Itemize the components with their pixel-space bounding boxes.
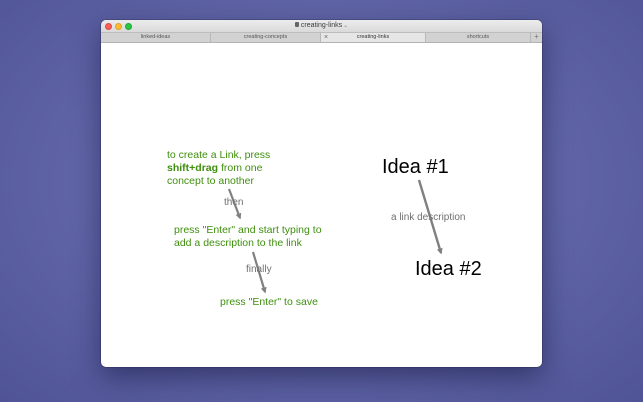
instruction-create-link[interactable]: to create a Link, press shift+drag from … xyxy=(167,149,270,188)
tab-label: linked-ideas xyxy=(140,34,171,40)
title-bar[interactable]: creating-links⌄ xyxy=(101,20,542,32)
tab-bar: linked-ideas creating-concepts × creatin… xyxy=(101,32,542,43)
instruction-add-description[interactable]: press "Enter" and start typing to add a … xyxy=(174,224,322,250)
tab-shortcuts[interactable]: shortcuts xyxy=(426,33,531,42)
tab-creating-links[interactable]: × creating-links xyxy=(321,33,426,42)
link-arrows xyxy=(227,179,443,294)
idea-1-concept[interactable]: Idea #1 xyxy=(382,156,449,179)
instruction-line: to create a Link, press xyxy=(167,149,271,161)
instruction-line: press "Enter" and start typing to xyxy=(174,224,322,236)
idea-2-concept[interactable]: Idea #2 xyxy=(415,258,482,281)
plus-icon: + xyxy=(534,32,539,41)
instruction-line: shift+drag from one xyxy=(167,162,263,174)
tab-label: creating-links xyxy=(356,34,390,40)
instruction-line: concept to another xyxy=(167,175,254,187)
instruction-line: add a description to the link xyxy=(174,237,302,249)
link-description-label[interactable]: a link description xyxy=(391,212,465,223)
tab-close-icon[interactable]: × xyxy=(324,33,328,42)
tab-label: creating-concepts xyxy=(243,34,288,40)
concept-canvas[interactable]: to create a Link, press shift+drag from … xyxy=(101,43,542,367)
new-tab-button[interactable]: + xyxy=(531,33,542,42)
shift-drag-shortcut: shift+drag xyxy=(167,162,219,174)
instruction-save[interactable]: press "Enter" to save xyxy=(220,296,318,309)
then-link-label[interactable]: then xyxy=(224,197,243,208)
document-icon xyxy=(294,22,299,27)
window-title-text: creating-links xyxy=(300,22,343,29)
chevron-down-icon: ⌄ xyxy=(343,23,349,29)
tab-linked-ideas[interactable]: linked-ideas xyxy=(101,33,211,42)
app-window: creating-links⌄ linked-ideas creating-co… xyxy=(101,20,542,367)
tab-creating-concepts[interactable]: creating-concepts xyxy=(211,33,321,42)
finally-link-label[interactable]: finally xyxy=(246,264,272,275)
window-title[interactable]: creating-links⌄ xyxy=(101,21,542,31)
tab-label: shortcuts xyxy=(466,34,490,40)
